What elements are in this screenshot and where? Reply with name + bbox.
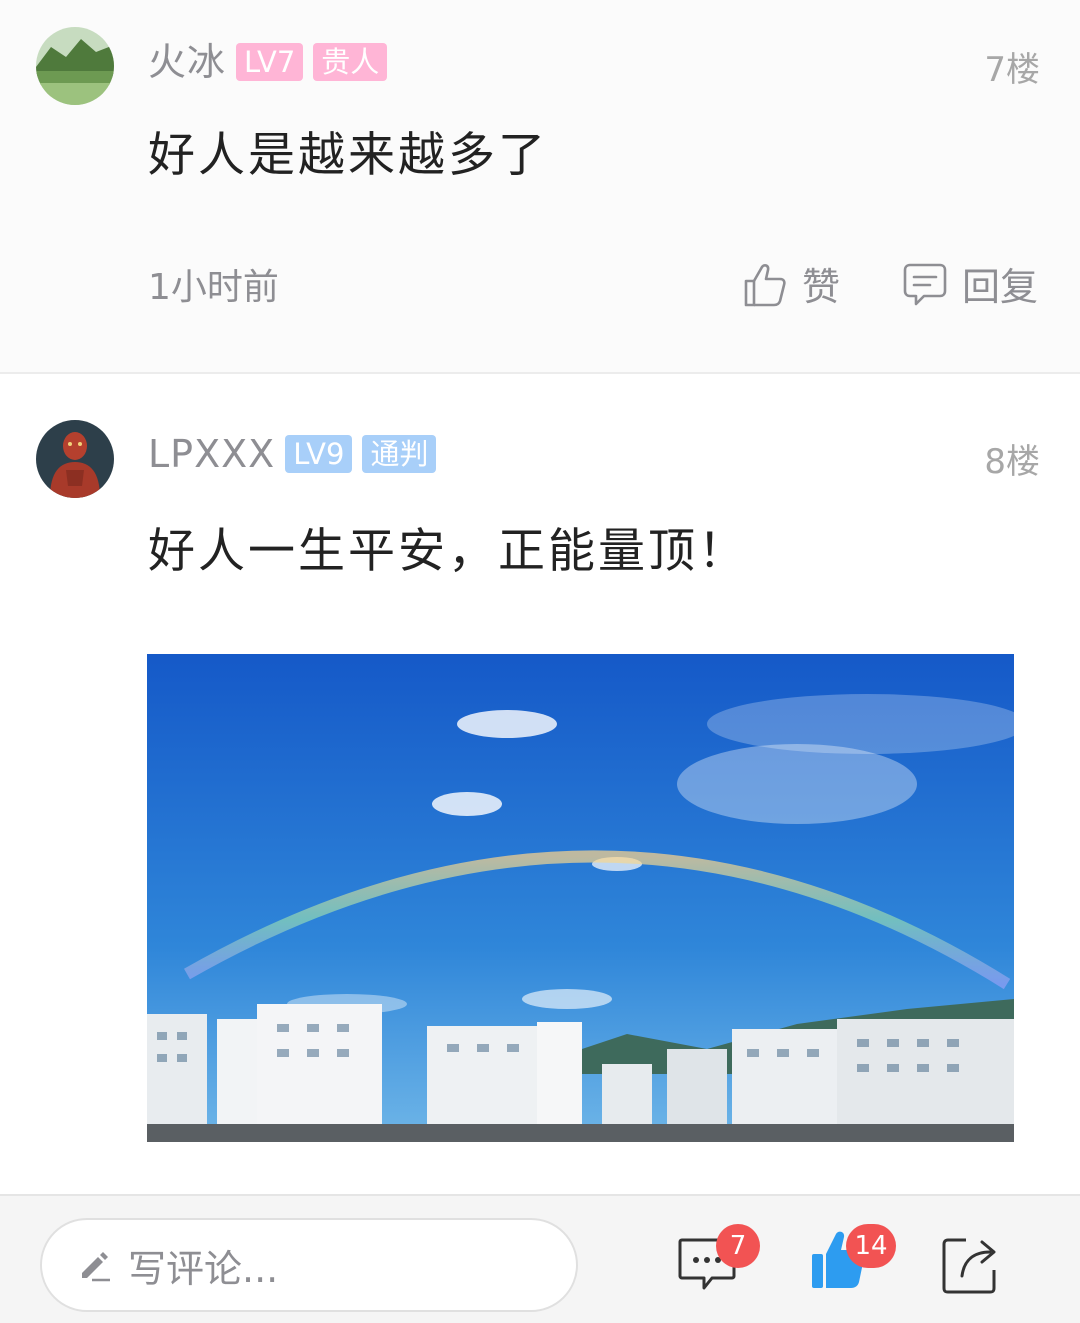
- comment-input[interactable]: 写评论...: [40, 1218, 578, 1312]
- comment-floor-7: 火冰 LV7 贵人 7楼 好人是越来越多了 1小时前 赞 回复: [0, 0, 1080, 372]
- floor-number: 8楼: [984, 442, 1040, 482]
- level-badge: LV7: [236, 43, 304, 81]
- floor-number: 7楼: [984, 50, 1040, 90]
- avatar[interactable]: [36, 420, 114, 498]
- comment-image[interactable]: [147, 654, 1014, 1142]
- comment-text: 好人是越来越多了: [148, 128, 548, 183]
- reply-label: 回复: [962, 265, 1039, 309]
- title-badge: 通判: [362, 435, 437, 473]
- pencil-icon: [82, 1252, 110, 1282]
- share-icon: [942, 1238, 996, 1294]
- user-info: 火冰 LV7 贵人: [148, 40, 397, 84]
- reply-button[interactable]: 回复: [902, 256, 1038, 311]
- username[interactable]: 火冰: [148, 40, 226, 84]
- timestamp: 1小时前: [148, 267, 279, 308]
- comment-icon: [903, 263, 947, 305]
- comment-placeholder: 写评论...: [128, 1246, 279, 1291]
- username[interactable]: LPXXX: [148, 432, 275, 476]
- level-badge: LV9: [285, 435, 353, 473]
- comment-count-badge: 7: [716, 1224, 760, 1268]
- like-button[interactable]: 赞: [742, 256, 840, 311]
- user-info: LPXXX LV9 通判: [148, 432, 446, 476]
- thumbs-up-icon: [744, 263, 786, 306]
- share-button[interactable]: [940, 1234, 1000, 1300]
- bottom-bar: 写评论... 7 14: [0, 1194, 1080, 1323]
- comment-floor-8: LPXXX LV9 通判 8楼 好人一生平安，正能量顶！: [0, 374, 1080, 1194]
- avatar[interactable]: [36, 27, 114, 105]
- title-badge: 贵人: [313, 43, 388, 81]
- comment-text: 好人一生平安，正能量顶！: [148, 524, 748, 579]
- like-label: 赞: [802, 265, 841, 309]
- like-count-badge: 14: [846, 1224, 896, 1268]
